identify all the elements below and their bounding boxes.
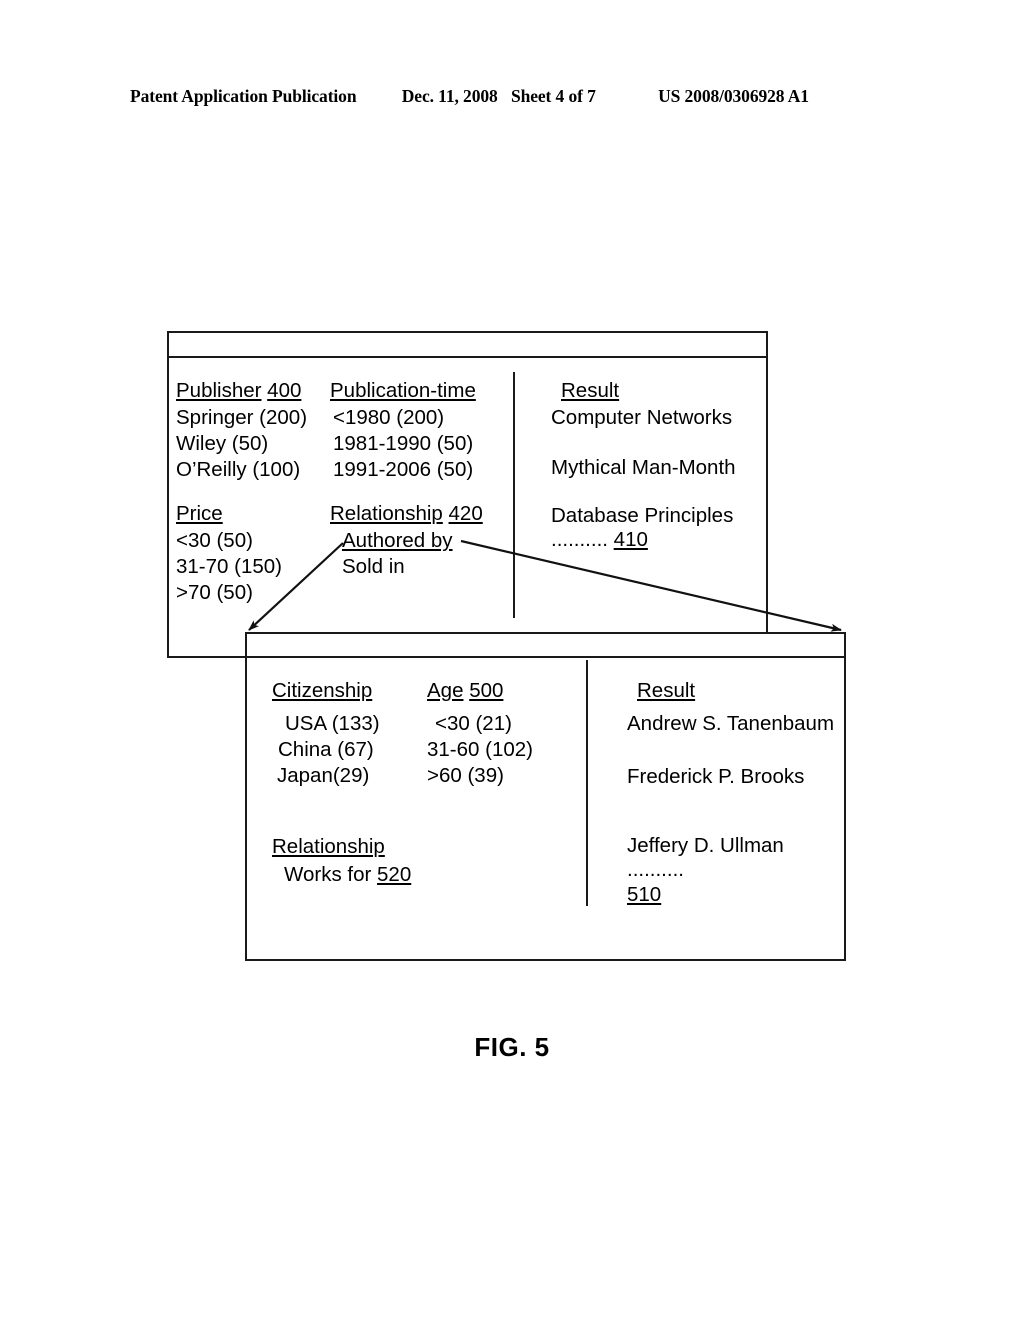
lower-result-ellipsis: .......... <box>627 858 684 881</box>
lower-result-item[interactable]: Jeffery D. Ullman <box>627 833 784 859</box>
facet-relationship-value-authored-by[interactable]: Authored by <box>342 528 453 554</box>
facet-relationship-value-sold-in[interactable]: Sold in <box>342 554 405 580</box>
facet-price-value[interactable]: 31-70 (150) <box>176 554 282 580</box>
patent-header: Patent Application Publication Dec. 11, … <box>130 86 890 112</box>
figure-caption: FIG. 5 <box>474 1032 550 1062</box>
facet-publisher-value[interactable]: Springer (200) <box>176 405 307 431</box>
facet-works-for-value[interactable]: Works for 520 <box>284 862 411 888</box>
facet-age-title: Age 500 <box>427 679 504 702</box>
facet-age-value[interactable]: 31-60 (102) <box>427 737 533 763</box>
lower-result-title: Result <box>637 679 696 702</box>
facet-age-value[interactable]: <30 (21) <box>435 711 512 737</box>
lower-result-ref: 510 <box>627 883 662 906</box>
patent-sheet-label: Sheet 4 of 7 <box>510 86 596 106</box>
patent-date-label: Dec. 11, 2008 <box>401 86 498 106</box>
lower-result-item[interactable]: Andrew S. Tanenbaum <box>627 711 834 737</box>
facet-price-title: Price <box>176 502 223 525</box>
lower-result-item[interactable]: Frederick P. Brooks <box>627 764 804 790</box>
upper-result-item[interactable]: Computer Networks <box>551 405 732 431</box>
facet-publication-time-value[interactable]: <1980 (200) <box>333 405 444 431</box>
lower-window-titlebar <box>247 634 844 658</box>
upper-result-item[interactable]: Mythical Man-Month <box>551 455 736 481</box>
upper-window-titlebar <box>169 333 766 358</box>
facet-citizenship-title: Citizenship <box>272 679 373 702</box>
facet-publication-time-value[interactable]: 1981-1990 (50) <box>333 431 473 457</box>
upper-window-column-divider <box>513 372 515 618</box>
lower-window-column-divider <box>586 660 588 906</box>
facet-price-value[interactable]: >70 (50) <box>176 580 253 606</box>
upper-result-item[interactable]: Database Principles <box>551 503 733 529</box>
facet-publisher-value[interactable]: O’Reilly (100) <box>176 457 300 483</box>
upper-result-ellipsis-and-ref: .......... 410 <box>551 528 648 551</box>
facet-citizenship-value[interactable]: USA (133) <box>285 711 380 737</box>
facet-relationship-title: Relationship 420 <box>330 502 483 525</box>
patent-publication-label: Patent Application Publication <box>130 86 357 106</box>
facet-citizenship-value[interactable]: China (67) <box>278 737 374 763</box>
facet-citizenship-value[interactable]: Japan(29) <box>277 763 369 789</box>
facet-publication-time-title: Publication-time <box>330 379 476 402</box>
patent-number-label: US 2008/0306928 A1 <box>658 86 809 106</box>
facet-price-value[interactable]: <30 (50) <box>176 528 253 554</box>
facet-publication-time-value[interactable]: 1991-2006 (50) <box>333 457 473 483</box>
facet-publisher-title: Publisher 400 <box>176 379 302 402</box>
facet-publisher-value[interactable]: Wiley (50) <box>176 431 268 457</box>
upper-result-title: Result <box>561 379 620 402</box>
facet-works-for-title: Relationship <box>272 835 385 858</box>
facet-age-value[interactable]: >60 (39) <box>427 763 504 789</box>
